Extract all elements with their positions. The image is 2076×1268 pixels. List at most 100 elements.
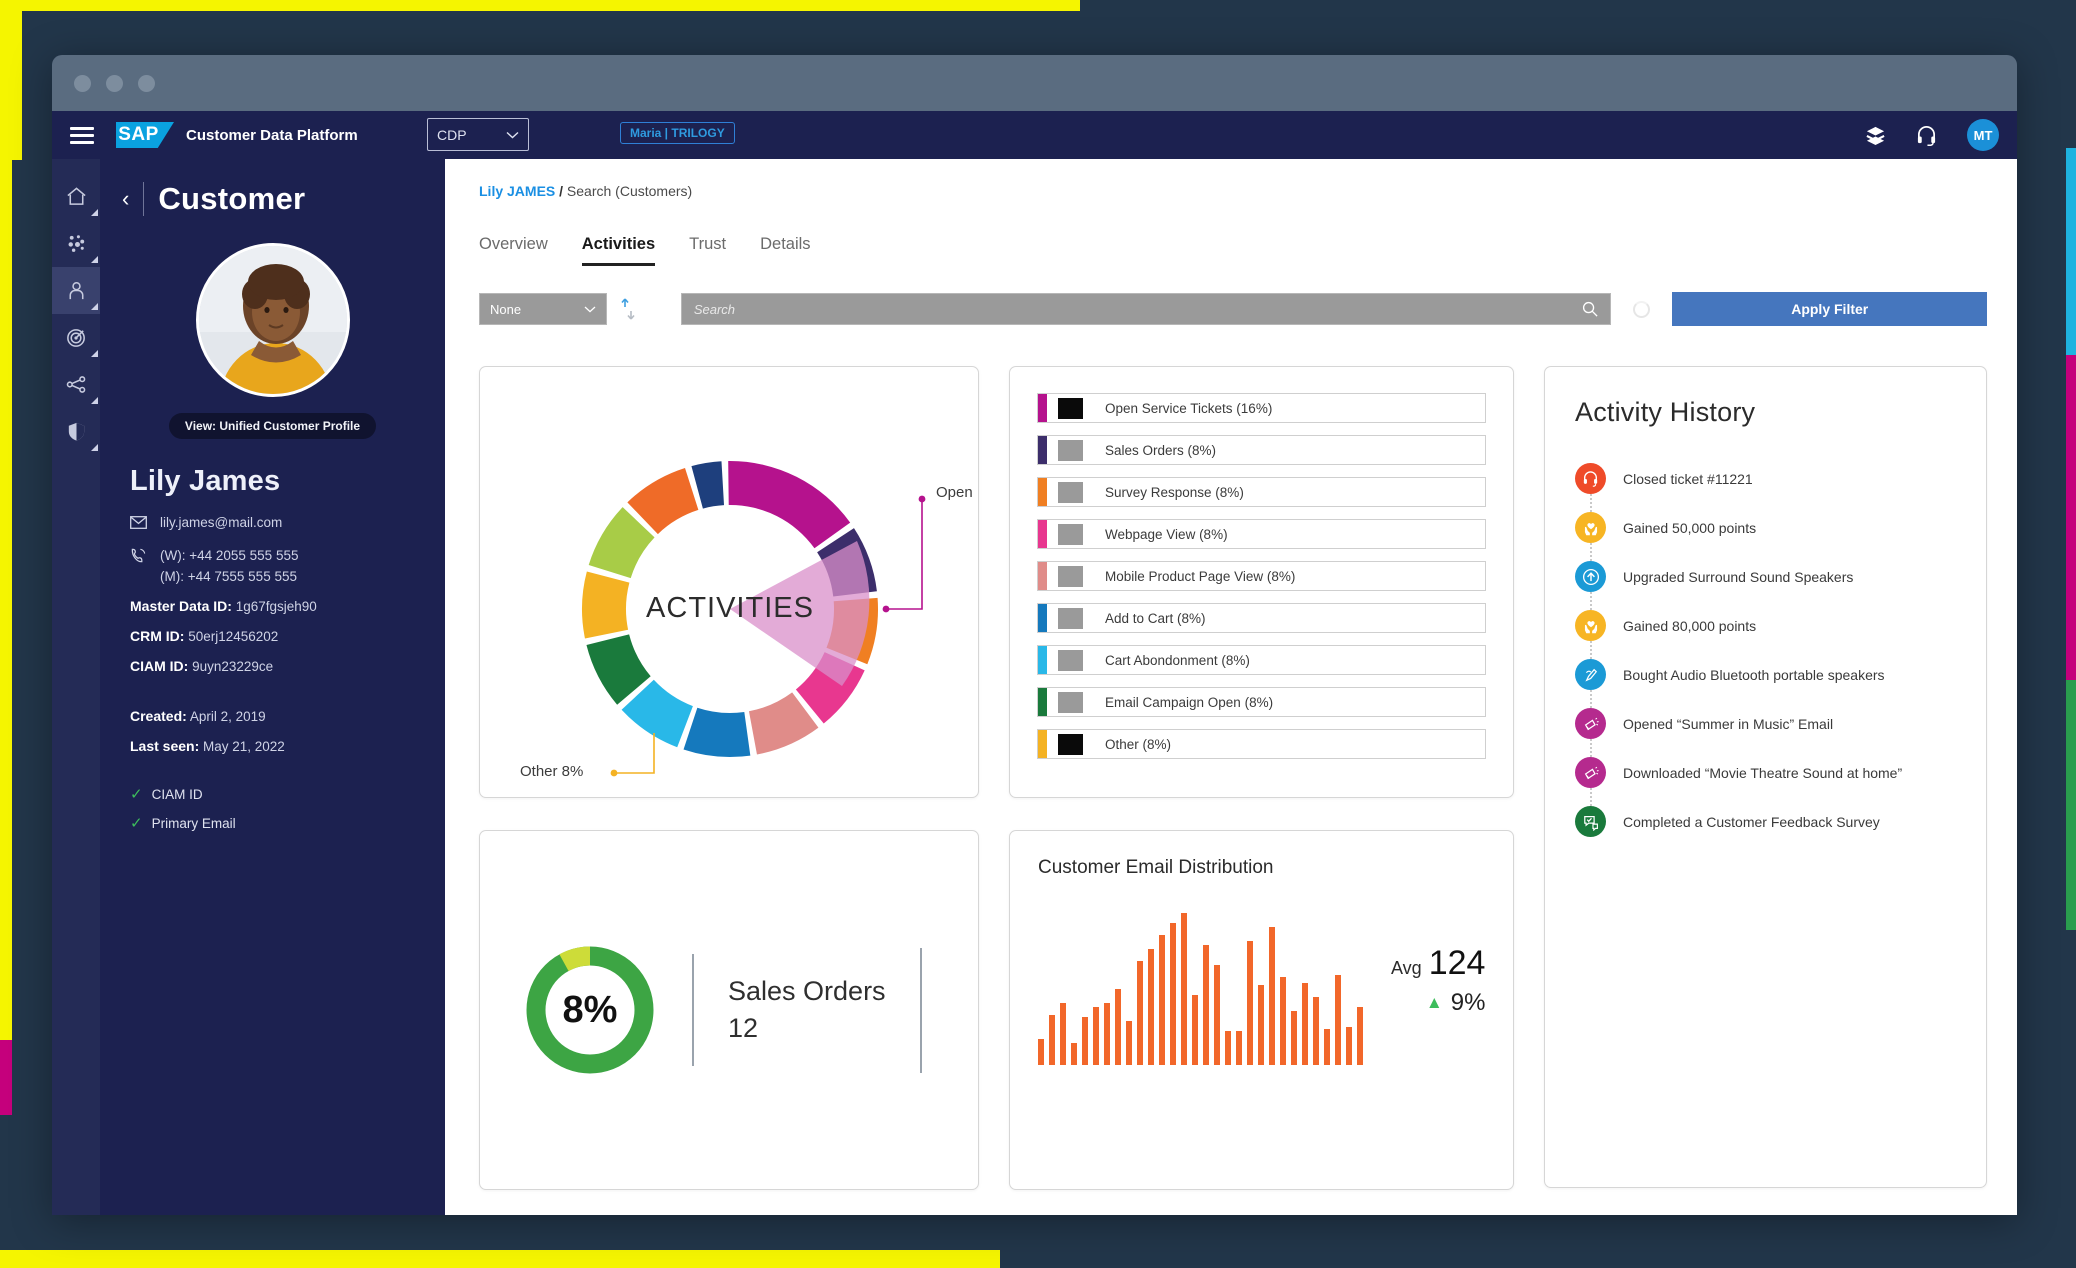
email-bar[interactable] xyxy=(1104,1003,1110,1065)
donut-slice[interactable] xyxy=(728,461,851,549)
legend-row[interactable]: Cart Abondonment (8%) xyxy=(1037,645,1486,675)
donut-annotation-other: Other 8% xyxy=(520,763,584,780)
email-bar[interactable] xyxy=(1214,965,1220,1065)
filter-select[interactable]: None xyxy=(479,293,607,325)
email-average-value: 124 xyxy=(1428,944,1486,982)
activities-legend-card: Open Service Tickets (16%) Sales Orders (… xyxy=(1009,366,1514,798)
menu-hamburger-icon[interactable] xyxy=(70,126,94,144)
email-bar[interactable] xyxy=(1346,1027,1352,1065)
email-delta-value: 9% xyxy=(1450,989,1486,1016)
activity-history-item[interactable]: Downloaded “Movie Theatre Sound at home” xyxy=(1575,748,1956,806)
email-bar[interactable] xyxy=(1082,1017,1088,1065)
legend-row[interactable]: Webpage View (8%) xyxy=(1037,519,1486,549)
search-field-wrapper[interactable] xyxy=(680,293,1612,325)
activity-history-item[interactable]: Closed ticket #11221 xyxy=(1575,454,1956,512)
legend-swatch xyxy=(1058,481,1083,503)
callout-dot-open-end xyxy=(918,495,926,503)
rail-item-privacy[interactable] xyxy=(52,408,100,455)
donut-slice[interactable] xyxy=(582,571,630,639)
email-bar[interactable] xyxy=(1060,1003,1066,1065)
accent-strip-bottom xyxy=(0,1250,1000,1268)
email-bar[interactable] xyxy=(1280,977,1286,1065)
email-bar[interactable] xyxy=(1159,935,1165,1065)
legend-row[interactable]: Survey Response (8%) xyxy=(1037,477,1486,507)
legend-row[interactable]: Mobile Product Page View (8%) xyxy=(1037,561,1486,591)
breadcrumb-link-customer[interactable]: Lily JAMES xyxy=(479,183,555,199)
home-icon xyxy=(66,187,86,205)
email-bar[interactable] xyxy=(1335,975,1341,1065)
rail-item-home[interactable] xyxy=(52,173,100,220)
email-bar[interactable] xyxy=(1302,983,1308,1065)
email-bar[interactable] xyxy=(1269,927,1275,1065)
legend-row[interactable]: Sales Orders (8%) xyxy=(1037,435,1486,465)
email-bar[interactable] xyxy=(1137,961,1143,1065)
check-icon: ✓ xyxy=(130,815,143,832)
email-bar[interactable] xyxy=(1093,1007,1099,1065)
email-bar[interactable] xyxy=(1181,913,1187,1065)
tab-overview[interactable]: Overview xyxy=(479,235,548,266)
view-mode-pill[interactable]: View: Unified Customer Profile xyxy=(168,413,377,439)
email-bar[interactable] xyxy=(1192,995,1198,1065)
legend-row[interactable]: Email Campaign Open (8%) xyxy=(1037,687,1486,717)
email-bar[interactable] xyxy=(1258,985,1264,1065)
tenant-select-value: CDP xyxy=(437,126,467,143)
tab-details[interactable]: Details xyxy=(760,235,810,266)
shield-icon xyxy=(68,422,84,441)
email-bar[interactable] xyxy=(1247,941,1253,1065)
survey-check-icon xyxy=(1575,806,1606,837)
email-bar[interactable] xyxy=(1126,1021,1132,1065)
sort-toggle-button[interactable] xyxy=(619,296,637,322)
email-bar[interactable] xyxy=(1170,923,1176,1065)
email-bar[interactable] xyxy=(1203,945,1209,1065)
sales-orders-label: Sales Orders xyxy=(728,975,886,1006)
search-input[interactable] xyxy=(693,301,1583,317)
rail-item-connections[interactable] xyxy=(52,361,100,408)
browser-window: SAP Customer Data Platform CDP Maria | T… xyxy=(52,55,2017,1215)
activity-history-item[interactable]: Upgraded Surround Sound Speakers xyxy=(1575,552,1956,610)
donut-slice[interactable] xyxy=(691,461,725,509)
email-bar[interactable] xyxy=(1324,1029,1330,1065)
legend-row[interactable]: Other (8%) xyxy=(1037,729,1486,759)
email-distribution-title: Customer Email Distribution xyxy=(1038,857,1274,878)
apply-filter-button[interactable]: Apply Filter xyxy=(1672,292,1987,326)
callout-dot-other xyxy=(610,769,618,777)
legend-swatch xyxy=(1058,733,1083,755)
email-bar[interactable] xyxy=(1313,997,1319,1065)
tab-trust[interactable]: Trust xyxy=(689,235,726,266)
email-bar[interactable] xyxy=(1357,1007,1363,1065)
window-minimize-dot[interactable] xyxy=(106,74,123,92)
email-bar[interactable] xyxy=(1291,1011,1297,1065)
rail-item-customers[interactable] xyxy=(52,267,100,314)
search-icon[interactable] xyxy=(1582,301,1599,317)
donut-slice[interactable] xyxy=(683,707,751,757)
email-bar[interactable] xyxy=(1071,1043,1077,1065)
activity-history-item[interactable]: Completed a Customer Feedback Survey xyxy=(1575,797,1956,846)
window-maximize-dot[interactable] xyxy=(138,74,155,92)
tenant-select[interactable]: CDP xyxy=(427,118,529,151)
email-bar[interactable] xyxy=(1049,1015,1055,1065)
legend-row[interactable]: Open Service Tickets (16%) xyxy=(1037,393,1486,423)
layers-icon[interactable] xyxy=(1865,125,1886,146)
customer-icon xyxy=(69,281,83,300)
activity-history-item[interactable]: Bought Audio Bluetooth portable speakers xyxy=(1575,650,1956,708)
legend-row[interactable]: Add to Cart (8%) xyxy=(1037,603,1486,633)
bluetooth-pen-icon xyxy=(1575,659,1606,690)
activity-history-item[interactable]: Gained 50,000 points xyxy=(1575,503,1956,561)
email-bar[interactable] xyxy=(1038,1039,1044,1065)
tab-activities[interactable]: Activities xyxy=(581,235,656,266)
rail-item-audiences[interactable] xyxy=(52,314,100,361)
activity-history-item[interactable]: Opened “Summer in Music” Email xyxy=(1575,699,1956,757)
tenant-badge[interactable]: Maria | TRILOGY xyxy=(620,122,735,144)
back-button[interactable]: ‹ xyxy=(122,188,129,210)
user-avatar[interactable]: MT xyxy=(1967,119,1999,151)
rail-item-segments[interactable] xyxy=(52,220,100,267)
email-bar[interactable] xyxy=(1236,1031,1242,1065)
check-spacer xyxy=(130,754,445,774)
email-bar[interactable] xyxy=(1115,989,1121,1065)
email-bar[interactable] xyxy=(1225,1031,1231,1065)
email-bar[interactable] xyxy=(1148,949,1154,1065)
gauge-divider-right xyxy=(919,947,922,1073)
activity-history-item[interactable]: Gained 80,000 points xyxy=(1575,601,1956,659)
window-close-dot[interactable] xyxy=(74,74,91,92)
support-headset-icon[interactable] xyxy=(1916,125,1937,146)
